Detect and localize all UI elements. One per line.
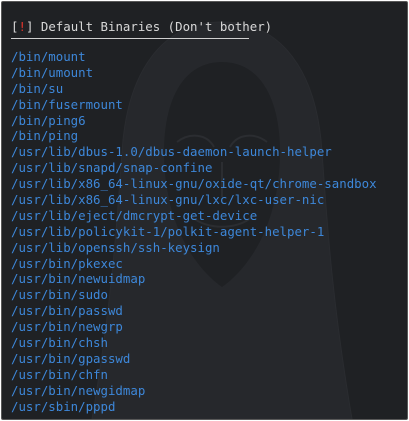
binary-path: /usr/bin/newgrp [11, 319, 123, 335]
binary-path: /usr/lib/x86_64-linux-gnu/lxc/lxc-user-n… [11, 192, 325, 208]
binary-path: /usr/bin/newuidmap [11, 271, 146, 287]
binary-path: /usr/bin/pkexec [11, 255, 123, 271]
binary-path: /bin/su [11, 80, 64, 96]
binary-path: /usr/bin/sudo [11, 287, 108, 303]
binary-path: /bin/ping6 [11, 112, 86, 128]
binary-path: /usr/bin/passwd [11, 303, 123, 319]
binary-path: /bin/umount [11, 64, 94, 80]
terminal-output: [!] Default Binaries (Don't bother) /bin… [11, 19, 407, 414]
warning-marker: ! [18, 19, 26, 34]
binary-path: /usr/lib/snapd/snap-confine [11, 160, 213, 176]
section-title: Default Binaries (Don't bother) [33, 19, 273, 34]
binary-path: /bin/ping [11, 128, 79, 144]
binary-path: /bin/fusermount [11, 96, 123, 112]
binary-path: /usr/bin/gpasswd [11, 350, 131, 366]
binary-path: /usr/lib/x86_64-linux-gnu/oxide-qt/chrom… [11, 176, 377, 192]
binary-path: /usr/sbin/pppd [11, 398, 116, 414]
binary-path: /usr/bin/newgidmap [11, 382, 146, 398]
binary-path: /bin/mount [11, 49, 86, 64]
binary-path: /usr/bin/chfn [11, 366, 108, 382]
header-underline [11, 38, 249, 39]
section-header: [!] Default Binaries (Don't bother) [11, 19, 407, 35]
binary-path: /usr/bin/chsh [11, 335, 108, 351]
binary-path: /usr/lib/openssh/ssh-keysign [11, 239, 220, 255]
binary-list: /bin/mount /bin/umount /bin/su /bin/fuse… [11, 49, 407, 414]
binary-path: /usr/lib/dbus-1.0/dbus-daemon-launch-hel… [11, 144, 332, 160]
binary-path: /usr/lib/policykit-1/polkit-agent-helper… [11, 223, 325, 239]
binary-path: /usr/lib/eject/dmcrypt-get-device [11, 207, 258, 223]
terminal-window: [!] Default Binaries (Don't bother) /bin… [1, 1, 408, 420]
